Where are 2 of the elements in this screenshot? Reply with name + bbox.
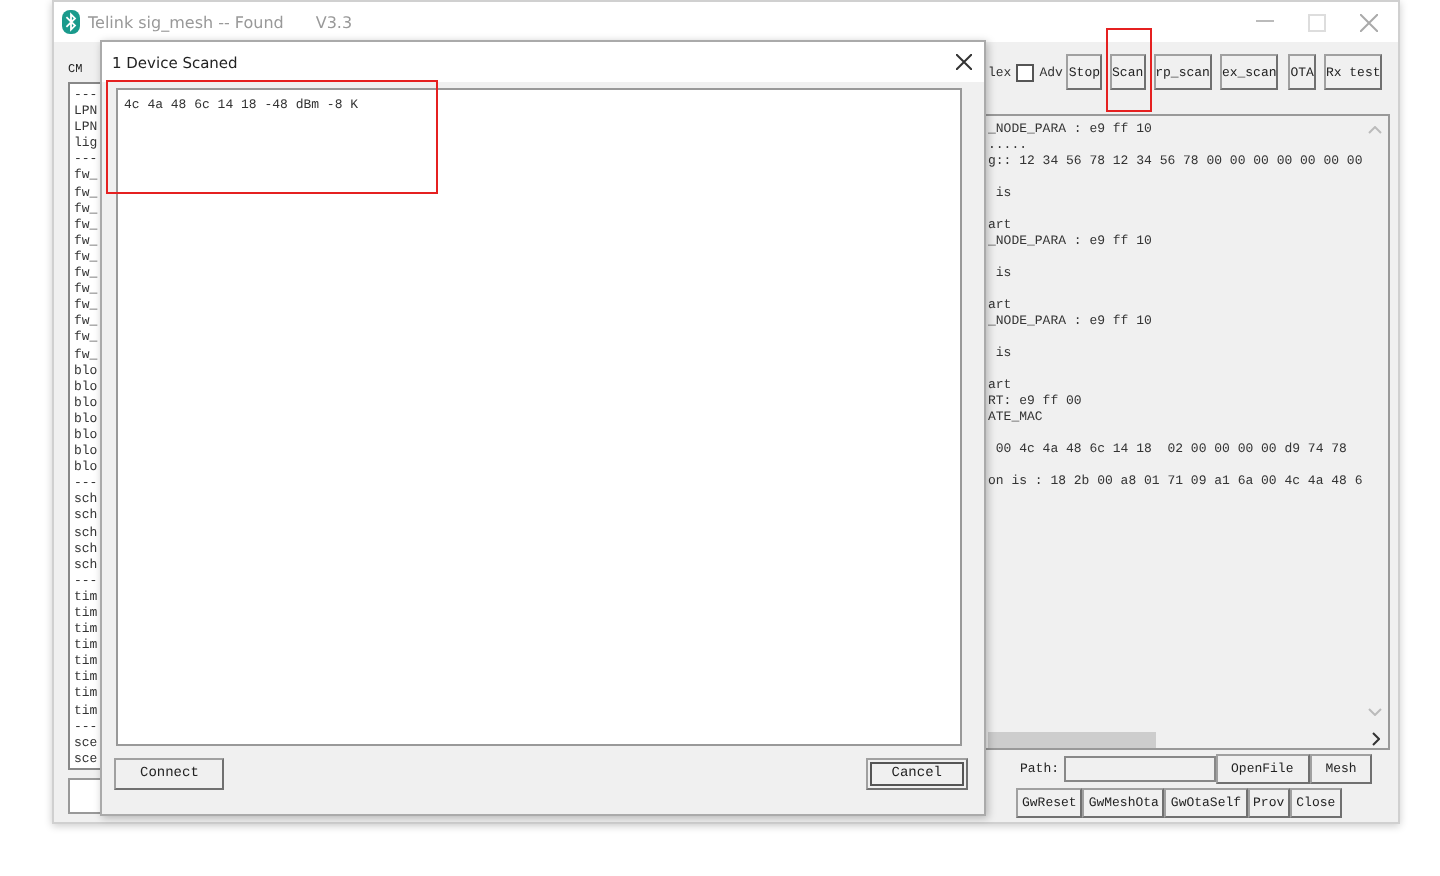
version-label: V3.3: [315, 13, 353, 31]
window-title: Telink sig_mesh -- Found: [88, 13, 284, 31]
